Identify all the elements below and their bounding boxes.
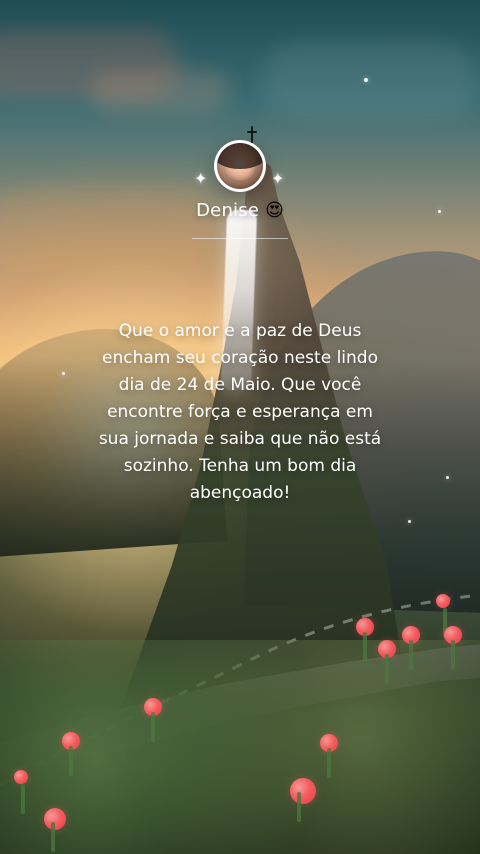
flower: [290, 778, 316, 822]
flower: [14, 770, 28, 814]
heart-eyes-emoji: 😍: [265, 199, 284, 221]
user-name: Denise: [196, 200, 260, 221]
flower: [44, 808, 66, 852]
divider: [192, 238, 288, 239]
greeting-message: Que o amor e a paz de Deus encham seu co…: [98, 321, 382, 503]
avatar-image: [217, 143, 263, 189]
avatar: [214, 140, 266, 192]
cloud: [90, 70, 230, 114]
flower: [444, 626, 462, 670]
flower: [402, 626, 420, 670]
greeting-card-screen: ✦ ✦ Denise 😍 Que o amor e a paz de Deus …: [0, 0, 480, 854]
cloud: [260, 40, 480, 120]
sparkle-icon: ✦: [194, 169, 208, 188]
flower: [356, 618, 374, 662]
flower: [320, 734, 338, 778]
flower: [62, 732, 80, 776]
sparkle-icon: ✦: [271, 169, 285, 188]
flower: [436, 594, 450, 638]
user-name-row: Denise 😍: [0, 200, 480, 221]
flower: [378, 640, 396, 684]
flower: [144, 698, 162, 742]
